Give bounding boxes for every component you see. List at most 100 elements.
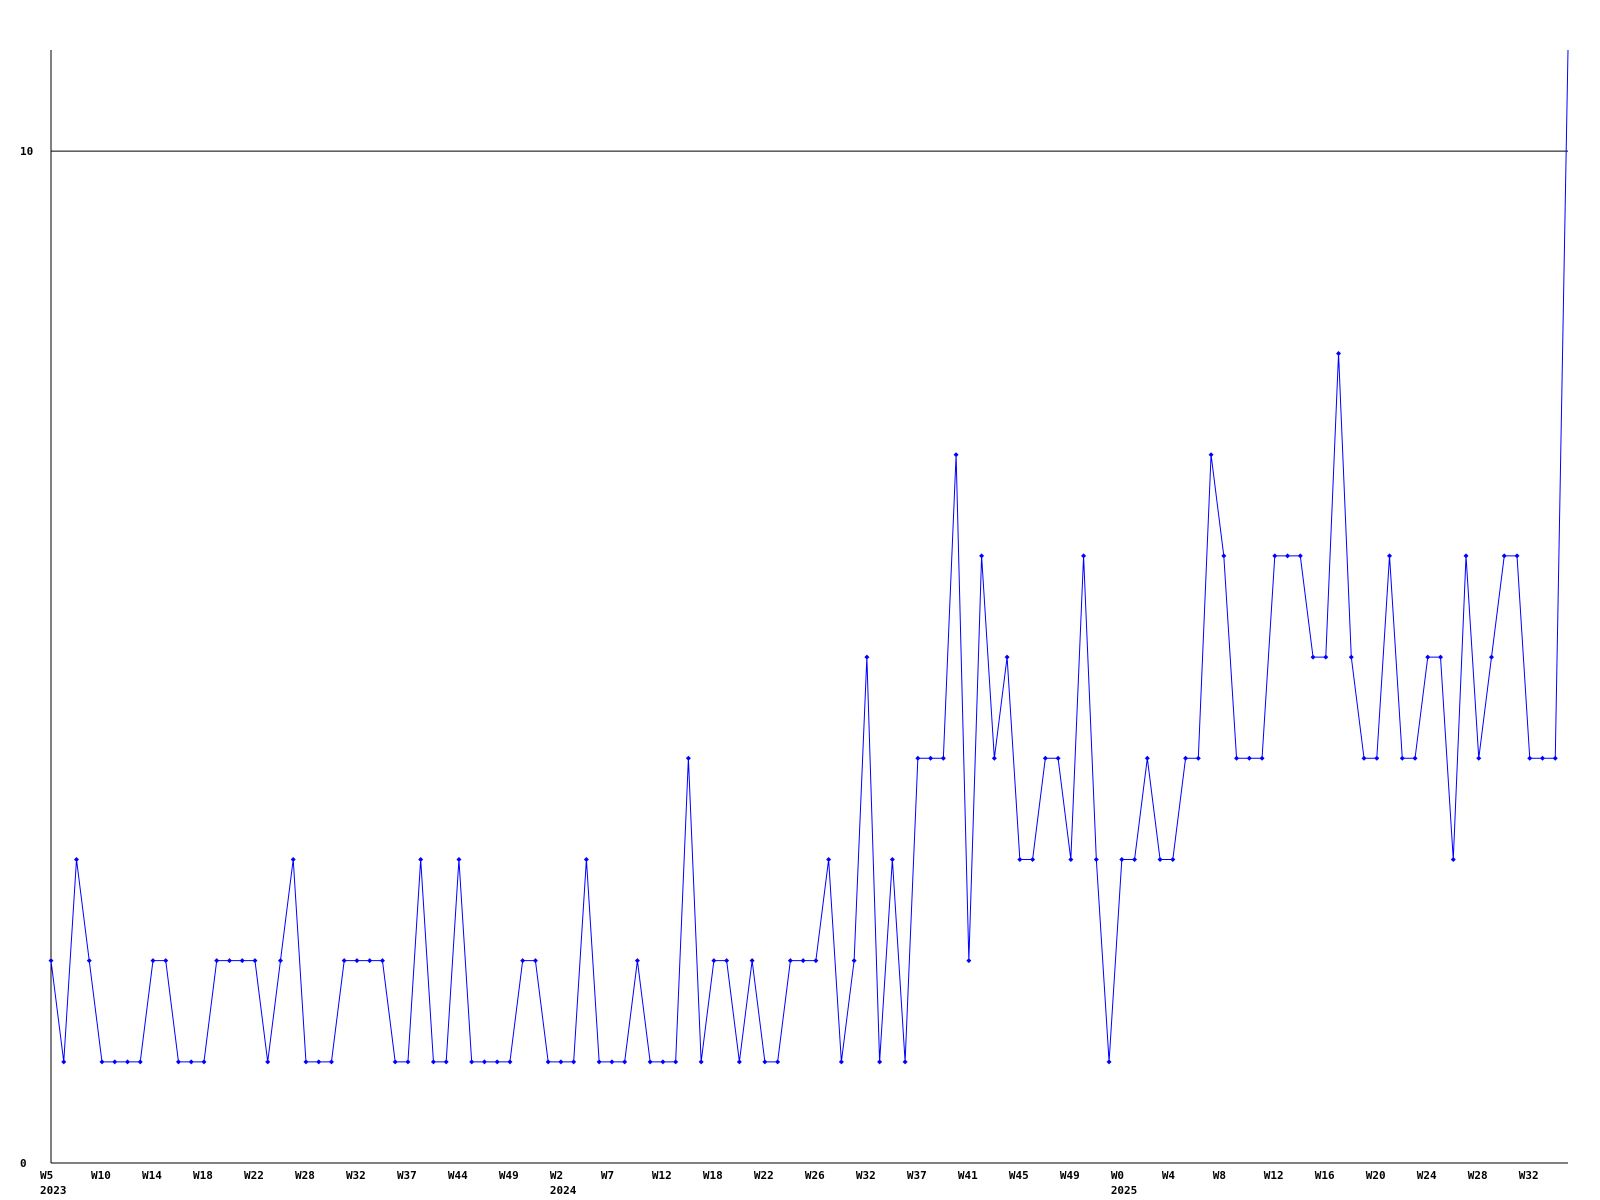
x-tick-label: W22 <box>754 1169 774 1182</box>
data-point <box>239 958 245 964</box>
data-point <box>265 1059 271 1065</box>
data-point <box>1272 553 1278 559</box>
data-point <box>1093 856 1099 862</box>
x-tick-label: W49 <box>499 1169 519 1182</box>
data-point <box>634 958 640 964</box>
data-point <box>609 1059 615 1065</box>
data-point <box>622 1059 628 1065</box>
data-point <box>1183 755 1189 761</box>
data-point <box>877 1059 883 1065</box>
x-tick-label: W18 <box>193 1169 213 1182</box>
data-point <box>1055 755 1061 761</box>
x-tick-label: W7 <box>601 1169 614 1182</box>
x-tick-year-label: 2023 <box>40 1184 67 1197</box>
x-tick-label: W28 <box>1468 1169 1488 1182</box>
data-point <box>214 958 220 964</box>
data-point <box>430 1059 436 1065</box>
data-point <box>99 1059 105 1065</box>
x-tick-label: W32 <box>856 1169 876 1182</box>
x-tick-label: W41 <box>958 1169 978 1182</box>
data-point <box>1144 755 1150 761</box>
x-tick-label: W12 <box>652 1169 672 1182</box>
x-tick-label: W32 <box>346 1169 366 1182</box>
data-point <box>762 1059 768 1065</box>
x-tick-label: W16 <box>1315 1169 1335 1182</box>
data-point <box>1221 553 1227 559</box>
data-point <box>545 1059 551 1065</box>
data-point <box>724 958 730 964</box>
data-point <box>1450 856 1456 862</box>
data-point <box>1323 654 1329 660</box>
data-point <box>953 452 959 458</box>
data-point <box>1234 755 1240 761</box>
data-point <box>1476 755 1482 761</box>
data-point <box>1412 755 1418 761</box>
data-point <box>443 1059 449 1065</box>
data-point <box>226 958 232 964</box>
data-point <box>188 1059 194 1065</box>
data-point <box>673 1059 679 1065</box>
data-point <box>316 1059 322 1065</box>
data-point <box>1017 856 1023 862</box>
data-point <box>826 856 832 862</box>
x-tick-year-label: 2024 <box>550 1184 577 1197</box>
x-tick-label: W22 <box>244 1169 264 1182</box>
data-point <box>1170 856 1176 862</box>
data-point <box>1387 553 1393 559</box>
data-point <box>392 1059 398 1065</box>
data-point <box>1374 755 1380 761</box>
data-point <box>1246 755 1252 761</box>
series-layer <box>48 49 1569 1065</box>
data-point <box>1552 755 1558 761</box>
data-point <box>86 958 92 964</box>
data-point <box>1399 755 1405 761</box>
x-tick-label: W49 <box>1060 1169 1080 1182</box>
x-tick-year-label: 2025 <box>1111 1184 1138 1197</box>
data-point <box>966 958 972 964</box>
data-point <box>175 1059 181 1065</box>
data-point <box>1004 654 1010 660</box>
data-point <box>1195 755 1201 761</box>
x-tick-label: W26 <box>805 1169 825 1182</box>
data-point <box>61 1059 67 1065</box>
data-point <box>1438 654 1444 660</box>
axes-layer <box>50 50 1568 1164</box>
data-point <box>1463 553 1469 559</box>
data-point <box>124 1059 130 1065</box>
y-tick-labels: 0 10 <box>20 145 33 1170</box>
x-tick-label: W28 <box>295 1169 315 1182</box>
data-point <box>991 755 997 761</box>
x-tick-label: W10 <box>91 1169 111 1182</box>
x-tick-label: W12 <box>1264 1169 1284 1182</box>
data-point <box>456 856 462 862</box>
data-point <box>405 1059 411 1065</box>
data-point <box>1527 755 1533 761</box>
y-tick-label: 10 <box>20 145 33 158</box>
data-point <box>775 1059 781 1065</box>
data-point <box>1208 452 1214 458</box>
data-point <box>838 1059 844 1065</box>
data-point <box>915 755 921 761</box>
x-tick-label: W37 <box>397 1169 417 1182</box>
data-point <box>1336 351 1342 357</box>
data-point <box>112 1059 118 1065</box>
data-point <box>1119 856 1125 862</box>
data-point <box>328 1059 334 1065</box>
x-tick-label: W45 <box>1009 1169 1029 1182</box>
data-point <box>73 856 79 862</box>
data-point <box>163 958 169 964</box>
data-point <box>354 958 360 964</box>
data-point <box>137 1059 143 1065</box>
x-tick-label: W18 <box>703 1169 723 1182</box>
data-point <box>1489 654 1495 660</box>
data-point <box>979 553 985 559</box>
data-point <box>277 958 283 964</box>
data-point <box>736 1059 742 1065</box>
data-point <box>685 755 691 761</box>
series-line <box>50 49 1569 1063</box>
data-point <box>1501 553 1507 559</box>
data-point <box>698 1059 704 1065</box>
data-point <box>1297 553 1303 559</box>
data-point <box>1259 755 1265 761</box>
x-tick-label: W14 <box>142 1169 162 1182</box>
